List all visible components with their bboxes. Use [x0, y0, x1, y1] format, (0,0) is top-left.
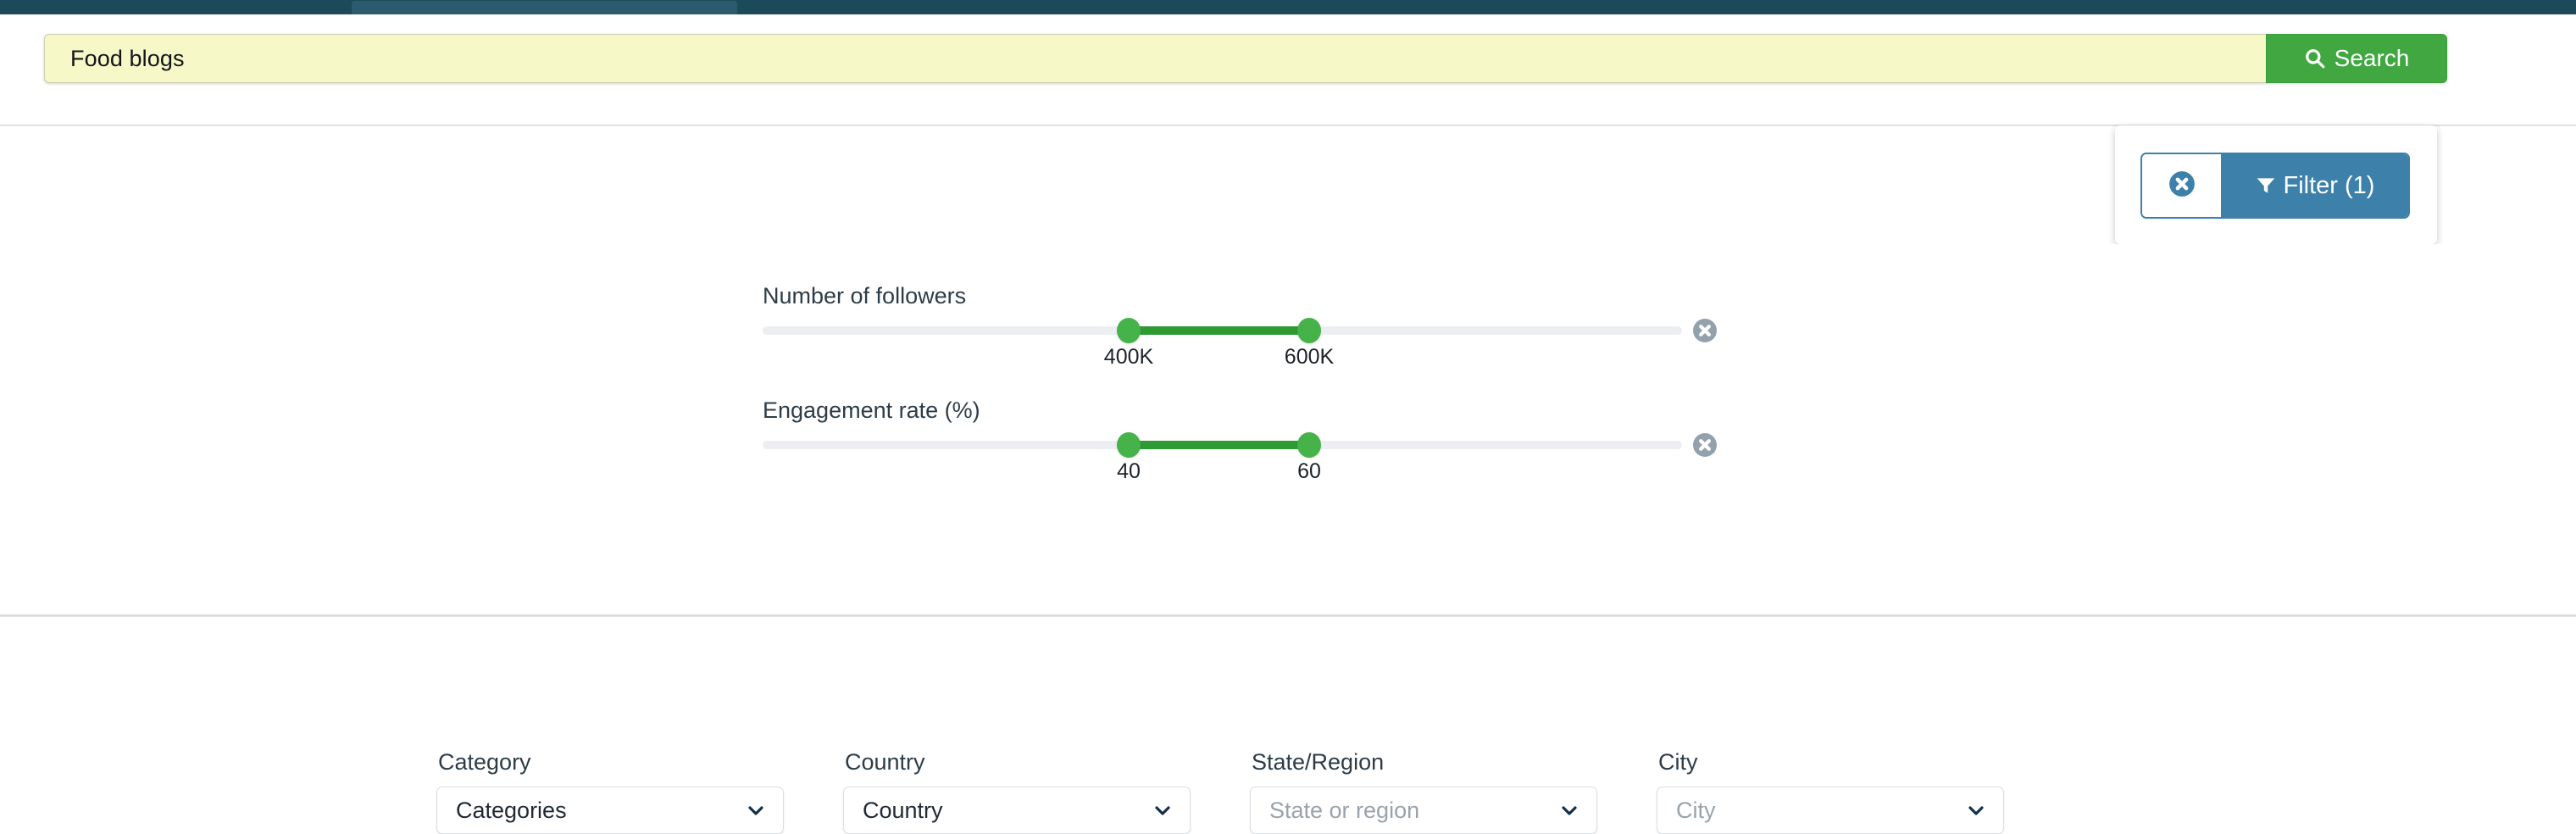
engagement-slider-min-tick: 40 — [1117, 459, 1141, 483]
engagement-slider-label: Engagement rate (%) — [763, 398, 980, 423]
engagement-slider-max-tick: 60 — [1297, 459, 1321, 483]
funnel-icon — [2255, 175, 2277, 197]
filter-button[interactable]: Filter (1) — [2221, 154, 2408, 217]
filter-button-group: Filter (1) — [2140, 153, 2410, 219]
app-top-bar — [0, 0, 2576, 14]
chevron-down-icon — [746, 800, 766, 820]
search-row: Search — [0, 14, 2576, 125]
chevron-down-icon — [1152, 800, 1173, 820]
chevron-down-icon — [1966, 800, 1986, 820]
state-region-label: State/Region — [1252, 749, 1385, 775]
clear-filters-button[interactable] — [2142, 154, 2221, 217]
followers-slider-min-tick: 400K — [1103, 345, 1154, 369]
filter-button-label: Filter (1) — [2283, 171, 2375, 199]
filters-panel: Number of followers 400K 600K Engagement… — [0, 244, 2576, 834]
clear-followers-filter-button[interactable] — [1691, 317, 1718, 344]
search-button-label: Search — [2334, 45, 2410, 71]
city-select[interactable]: City — [1657, 787, 2004, 834]
category-select-value: Categories — [456, 797, 567, 823]
followers-slider-label: Number of followers — [763, 283, 967, 309]
country-select[interactable]: Country — [843, 787, 1191, 834]
search-button[interactable]: Search — [2266, 34, 2447, 83]
panel-bottom-divider — [0, 614, 2576, 617]
search-input[interactable] — [44, 34, 2266, 83]
state-region-select[interactable]: State or region — [1250, 787, 1597, 834]
country-select-value: Country — [863, 797, 943, 823]
category-select[interactable]: Categories — [436, 787, 784, 834]
followers-slider-handle-max[interactable] — [1297, 318, 1321, 343]
search-icon — [2304, 47, 2326, 70]
followers-slider-range — [1129, 326, 1309, 335]
followers-slider-handle-min[interactable] — [1117, 318, 1141, 343]
circle-x-icon — [1691, 433, 1718, 462]
circle-x-icon — [2168, 170, 2196, 203]
followers-slider-max-tick: 600K — [1284, 345, 1335, 369]
search-bar: Search — [44, 34, 2447, 83]
circle-x-icon — [1691, 319, 1718, 348]
engagement-slider-range — [1129, 441, 1309, 449]
category-label: Category — [438, 749, 531, 775]
country-label: Country — [845, 749, 925, 775]
clear-engagement-filter-button[interactable] — [1691, 431, 1718, 459]
city-select-value: City — [1676, 797, 1716, 823]
engagement-slider-handle-max[interactable] — [1297, 432, 1321, 458]
state-region-select-value: State or region — [1269, 797, 1420, 823]
city-label: City — [1658, 749, 1698, 775]
browser-tab[interactable] — [352, 1, 737, 14]
chevron-down-icon — [1559, 800, 1579, 820]
engagement-slider-handle-min[interactable] — [1117, 432, 1141, 458]
filter-popup-card: Filter (1) — [2115, 125, 2437, 244]
